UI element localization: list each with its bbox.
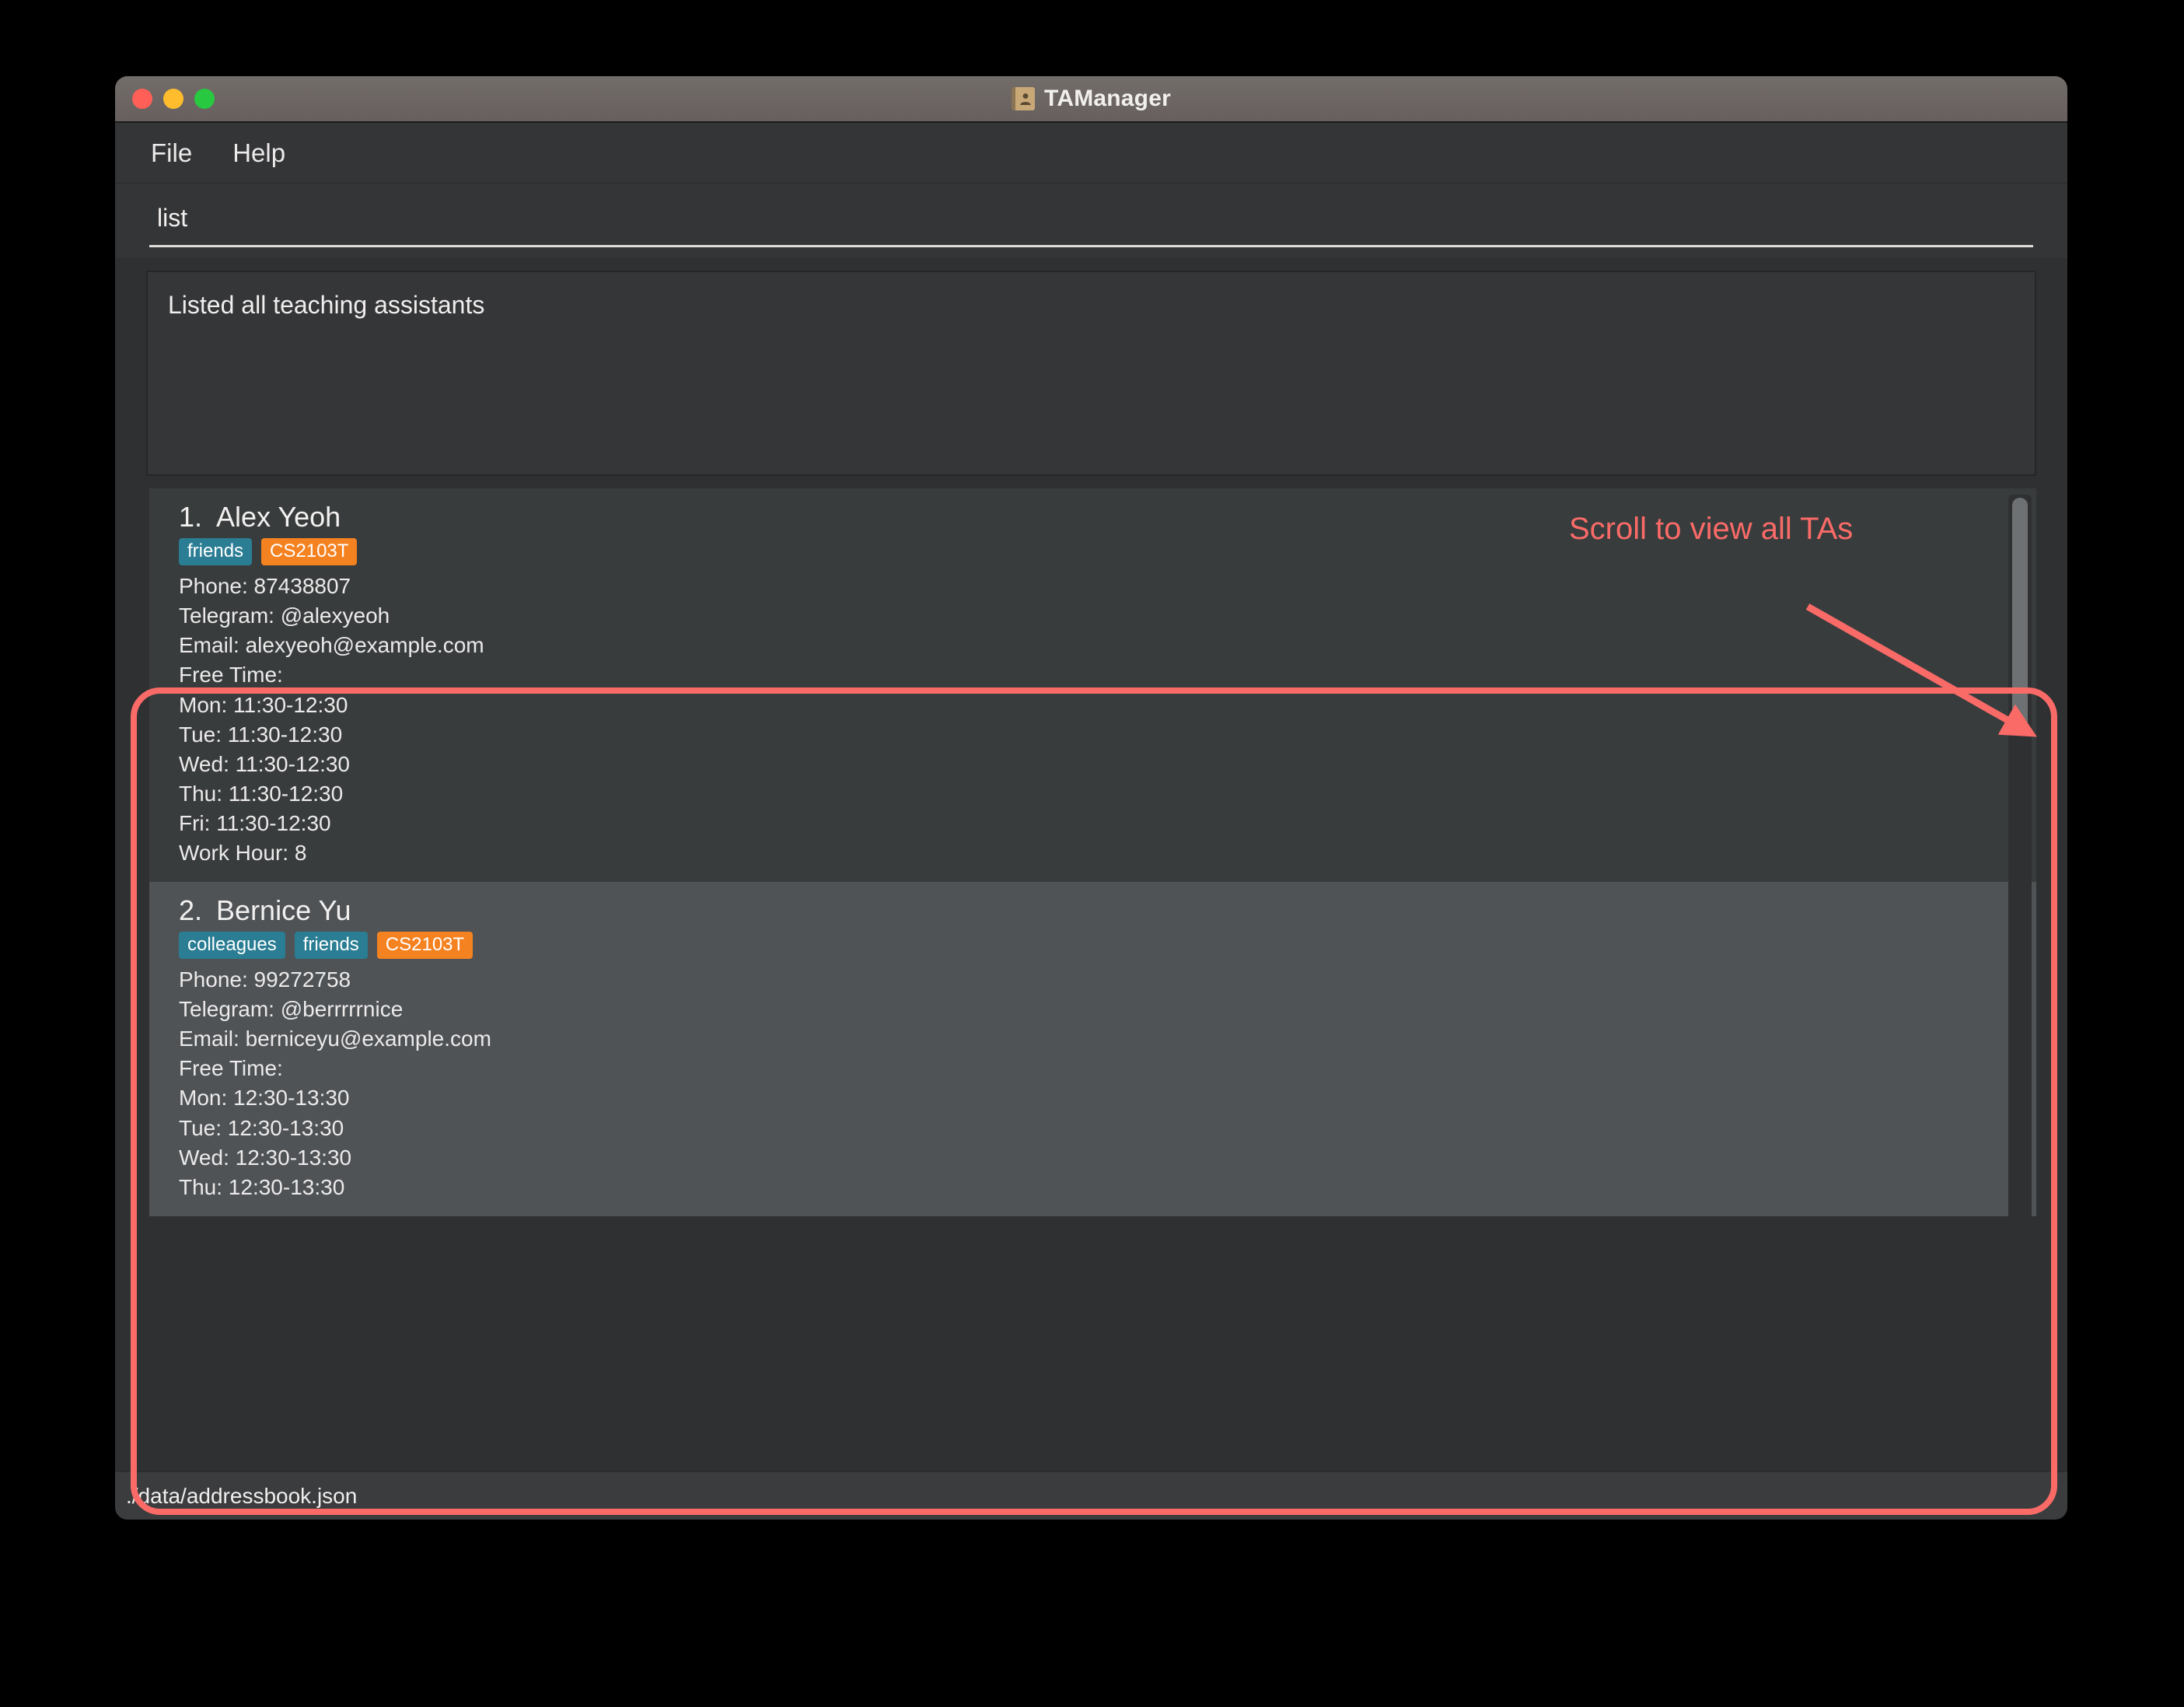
title-bar: TAManager (115, 76, 2067, 123)
person-phone: Phone: 99272758 (179, 967, 351, 992)
free-time-thu: Thu: 12:30-13:30 (179, 1174, 345, 1199)
person-card[interactable]: 1. Alex Yeoh friends CS2103T Phone: 8743… (149, 488, 2036, 882)
free-time-label: Free Time: (179, 663, 283, 687)
person-name: Alex Yeoh (216, 501, 341, 533)
address-book-icon (1012, 87, 1036, 110)
tag-friends: friends (179, 538, 253, 566)
person-name-row: 2. Bernice Yu (179, 894, 2036, 927)
person-email: Email: berniceyu@example.com (179, 1027, 491, 1051)
free-time-mon: Mon: 11:30-12:30 (179, 692, 348, 717)
list-scrollbar[interactable] (2008, 495, 2032, 1465)
window-title: TAManager (1044, 86, 1171, 111)
person-email: Email: alexyeoh@example.com (179, 633, 484, 658)
person-name-row: 1. Alex Yeoh (179, 501, 2036, 533)
status-bar: ./data/addressbook.json (115, 1471, 2067, 1520)
menu-item-file[interactable]: File (151, 138, 192, 168)
person-work-hour: Work Hour: 8 (179, 840, 307, 865)
result-display-box: Listed all teaching assistants (146, 271, 2036, 476)
free-time-fri: Fri: 11:30-12:30 (179, 810, 331, 835)
command-area (115, 184, 2067, 258)
result-message: Listed all teaching assistants (168, 291, 485, 319)
person-name: Bernice Yu (216, 894, 351, 926)
free-time-tue: Tue: 11:30-12:30 (179, 722, 343, 747)
tag-cs2103t: CS2103T (376, 931, 473, 960)
tag-friends: friends (294, 931, 368, 960)
person-index: 2. (179, 894, 203, 926)
title-center: TAManager (115, 86, 2067, 112)
person-phone: Phone: 87438807 (179, 574, 351, 599)
person-index: 1. (179, 501, 203, 533)
traffic-lights (132, 89, 215, 109)
result-display-area: Listed all teaching assistants (115, 258, 2067, 488)
list-scrollbar-thumb[interactable] (2012, 498, 2028, 731)
command-input-wrap (149, 204, 2033, 247)
free-time-mon: Mon: 12:30-13:30 (179, 1086, 350, 1111)
person-telegram: Telegram: @alexyeoh (179, 603, 390, 628)
person-card[interactable]: 2. Bernice Yu colleagues friends CS2103T… (149, 881, 2036, 1216)
person-list-panel[interactable]: 1. Alex Yeoh friends CS2103T Phone: 8743… (149, 488, 2036, 1471)
free-time-wed: Wed: 11:30-12:30 (179, 751, 351, 776)
command-input[interactable] (149, 204, 2033, 233)
status-file-path: ./data/addressbook.json (126, 1483, 358, 1508)
person-list-area: 1. Alex Yeoh friends CS2103T Phone: 8743… (115, 488, 2067, 1471)
free-time-wed: Wed: 12:30-13:30 (179, 1145, 352, 1170)
free-time-thu: Thu: 11:30-12:30 (179, 781, 344, 806)
menu-bar: File Help (115, 123, 2067, 184)
tag-row: colleagues friends CS2103T (179, 931, 2036, 960)
app-window: TAManager File Help Listed all teaching … (115, 76, 2067, 1520)
free-time-label: Free Time: (179, 1056, 283, 1081)
tag-cs2103t: CS2103T (261, 538, 358, 566)
tag-colleagues: colleagues (179, 931, 285, 960)
free-time-tue: Tue: 12:30-13:30 (179, 1115, 344, 1140)
menu-item-help[interactable]: Help (232, 138, 285, 168)
zoom-window-button[interactable] (194, 89, 215, 109)
minimize-window-button[interactable] (163, 89, 183, 109)
close-window-button[interactable] (132, 89, 152, 109)
tag-row: friends CS2103T (179, 538, 2036, 566)
person-telegram: Telegram: @berrrrrnice (179, 997, 404, 1022)
